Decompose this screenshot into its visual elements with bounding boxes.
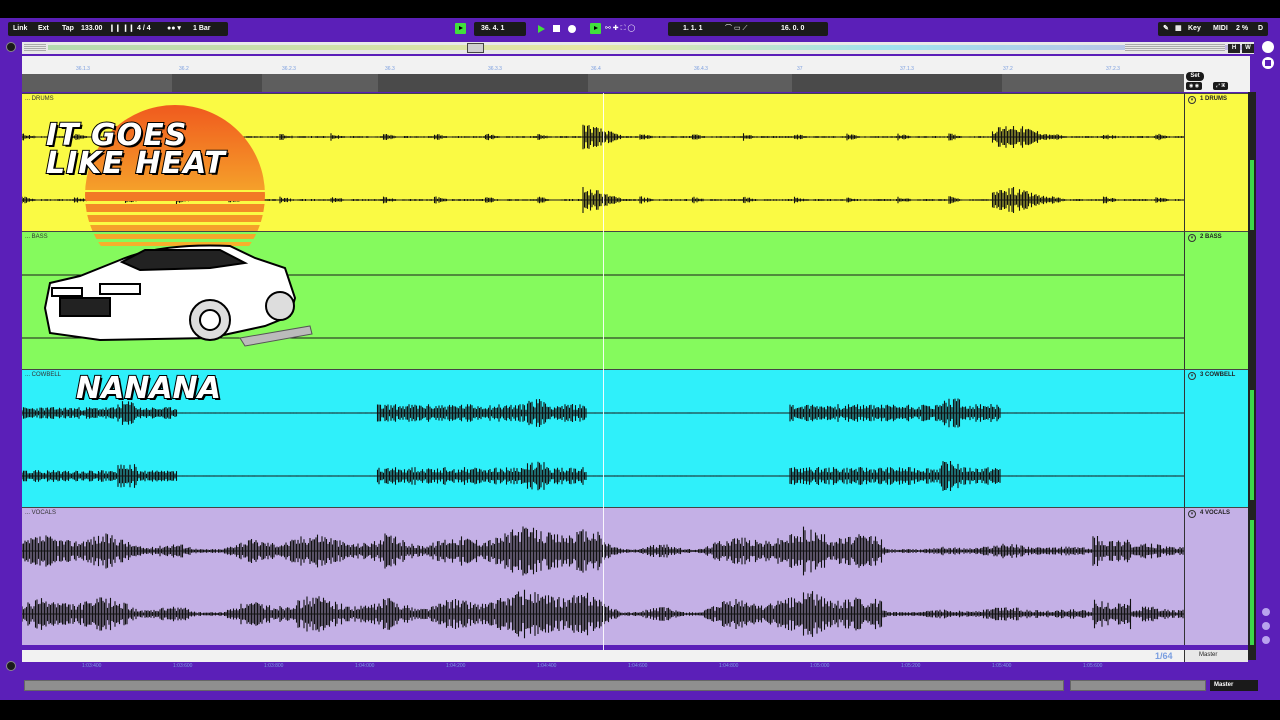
arrangement-follow-icon[interactable] bbox=[455, 23, 466, 34]
ruler-label: 36.3 bbox=[385, 66, 395, 72]
drums-meter bbox=[1250, 160, 1254, 230]
fold-icon[interactable]: ▾ bbox=[1188, 234, 1196, 242]
info-bar bbox=[1070, 680, 1206, 691]
ext-button[interactable]: Ext bbox=[35, 23, 52, 35]
tempo-field[interactable]: 133.00 bbox=[78, 23, 105, 35]
scrub-bar-segment bbox=[172, 74, 262, 92]
master-track-header[interactable]: Master bbox=[1184, 650, 1248, 662]
pencil-icon[interactable]: ✎ bbox=[1160, 23, 1172, 35]
session-record-icon[interactable]: ⤢ ▣ bbox=[1213, 82, 1229, 90]
fold-icon[interactable]: ▾ bbox=[1188, 372, 1196, 380]
fold-icon[interactable]: ▾ bbox=[1188, 510, 1196, 518]
ruler-label: 36.3.3 bbox=[488, 66, 502, 72]
info-icon[interactable] bbox=[1262, 622, 1270, 630]
overlay-title: IT GOES LIKE HEAT bbox=[45, 118, 226, 181]
playhead[interactable] bbox=[603, 93, 604, 660]
help-icon[interactable] bbox=[1262, 608, 1270, 616]
stop-icon[interactable] bbox=[553, 25, 560, 32]
view-icon[interactable] bbox=[1262, 636, 1270, 644]
link-button[interactable]: Link bbox=[10, 23, 30, 35]
time-ruler-label: 1:04:000 bbox=[355, 663, 375, 669]
time-ruler-label: 1:03:800 bbox=[264, 663, 284, 669]
track-header-vocals[interactable]: ▾ 4 VOCALS bbox=[1184, 507, 1248, 645]
overview-selection[interactable] bbox=[467, 43, 484, 53]
track-header-cowbell[interactable]: ▾ 3 COWBELL bbox=[1184, 369, 1248, 507]
overview-hatch-right bbox=[1125, 44, 1225, 51]
track-name-bass[interactable]: 2 BASS bbox=[1200, 234, 1222, 240]
time-ruler[interactable] bbox=[22, 650, 1184, 662]
transport-bar: Link Ext Tap 133.00 ❙❙ ❙❙ 4 / 4 ●● ▾ 1 B… bbox=[0, 18, 1280, 40]
record-dot-icon[interactable] bbox=[568, 25, 576, 33]
ruler-label: 36.2 bbox=[179, 66, 189, 72]
list-icon[interactable] bbox=[1262, 57, 1274, 69]
metronome-icon[interactable]: ●● ▾ bbox=[164, 23, 184, 35]
time-ruler-label: 1:04:600 bbox=[628, 663, 648, 669]
set-button[interactable]: Set bbox=[1186, 72, 1204, 81]
ruler-label: 37.1.3 bbox=[900, 66, 914, 72]
loop-switches-icon[interactable]: ⌒ ▭ ⟋ bbox=[722, 23, 750, 35]
track-name-vocals[interactable]: 4 VOCALS bbox=[1200, 510, 1230, 516]
back-to-arrangement-icon[interactable]: ◉ ◉ bbox=[1186, 82, 1203, 90]
tap-button[interactable]: Tap bbox=[59, 23, 77, 35]
loop-tools-icon[interactable]: ⚯ ✚ ⛶ ◯ bbox=[602, 23, 638, 35]
master-track-name: Master bbox=[1199, 652, 1218, 658]
zoom-height-button[interactable]: H bbox=[1228, 44, 1240, 53]
time-ruler-label: 1:05:600 bbox=[1083, 663, 1103, 669]
grid-zoom-label: 1/64 bbox=[1155, 651, 1173, 661]
scrub-bar-segment bbox=[792, 74, 1002, 92]
overview-bar bbox=[48, 45, 1248, 50]
time-ruler-label: 1:04:200 bbox=[446, 663, 466, 669]
midi-map-button[interactable]: MIDI bbox=[1210, 23, 1231, 35]
automation-arm-icon[interactable] bbox=[590, 23, 601, 34]
ruler-label: 37.2.3 bbox=[1106, 66, 1120, 72]
disk-indicator: D bbox=[1258, 25, 1264, 32]
song-position-field[interactable]: 36. 4. 1 bbox=[478, 23, 507, 35]
time-ruler-label: 1:05:400 bbox=[992, 663, 1012, 669]
cowbell-meter bbox=[1250, 390, 1254, 500]
menu-icon[interactable] bbox=[1262, 41, 1274, 53]
vocals-meter bbox=[1250, 520, 1254, 645]
time-ruler-label: 1:04:400 bbox=[537, 663, 557, 669]
daw-window: Link Ext Tap 133.00 ❙❙ ❙❙ 4 / 4 ●● ▾ 1 B… bbox=[0, 0, 1280, 720]
overlay-subtitle: NANANA bbox=[75, 370, 222, 407]
ruler-label: 36.1.3 bbox=[76, 66, 90, 72]
loop-start-field[interactable]: 1. 1. 1 bbox=[680, 23, 705, 35]
keyboard-icon[interactable]: ▦ bbox=[1172, 23, 1185, 35]
quantize-select[interactable]: 1 Bar bbox=[190, 23, 214, 35]
track-name-cowbell[interactable]: 3 COWBELL bbox=[1200, 372, 1235, 378]
master-select[interactable]: Master bbox=[1210, 680, 1258, 691]
time-ruler-label: 1:05:200 bbox=[901, 663, 921, 669]
time-ruler-label: 1:04:800 bbox=[719, 663, 739, 669]
horizontal-scrollbar[interactable] bbox=[24, 680, 1064, 691]
browser-toggle-icon[interactable] bbox=[6, 661, 16, 671]
ruler-label: 36.4 bbox=[591, 66, 601, 72]
time-ruler-label: 1:03:400 bbox=[82, 663, 102, 669]
overview-hatch-left bbox=[24, 44, 46, 51]
track-header-bass[interactable]: ▾ 2 BASS bbox=[1184, 231, 1248, 369]
time-ruler-label: 1:05:000 bbox=[810, 663, 830, 669]
right-sidebar bbox=[1258, 40, 1280, 676]
nudge-icon[interactable]: ❙❙ ❙❙ bbox=[106, 23, 137, 35]
cpu-meter: 2 % bbox=[1236, 25, 1249, 32]
ruler-label: 37.2 bbox=[1003, 66, 1013, 72]
ruler-label: 37 bbox=[797, 66, 803, 72]
track-name-drums[interactable]: 1 DRUMS bbox=[1200, 96, 1227, 102]
settings-gear-icon[interactable] bbox=[6, 42, 16, 52]
play-icon[interactable] bbox=[538, 25, 545, 33]
scrub-bar-segment bbox=[378, 74, 588, 92]
ruler-label: 36.2.3 bbox=[282, 66, 296, 72]
track-header-drums[interactable]: ▾ 1 DRUMS bbox=[1184, 93, 1248, 231]
zoom-width-button[interactable]: W bbox=[1242, 44, 1254, 53]
loop-length-field[interactable]: 16. 0. 0 bbox=[778, 23, 807, 35]
time-signature-field[interactable]: 4 / 4 bbox=[134, 23, 154, 35]
fold-icon[interactable]: ▾ bbox=[1188, 96, 1196, 104]
key-map-button[interactable]: Key bbox=[1185, 23, 1204, 35]
ruler-label: 36.4.3 bbox=[694, 66, 708, 72]
time-ruler-label: 1:03:600 bbox=[173, 663, 193, 669]
